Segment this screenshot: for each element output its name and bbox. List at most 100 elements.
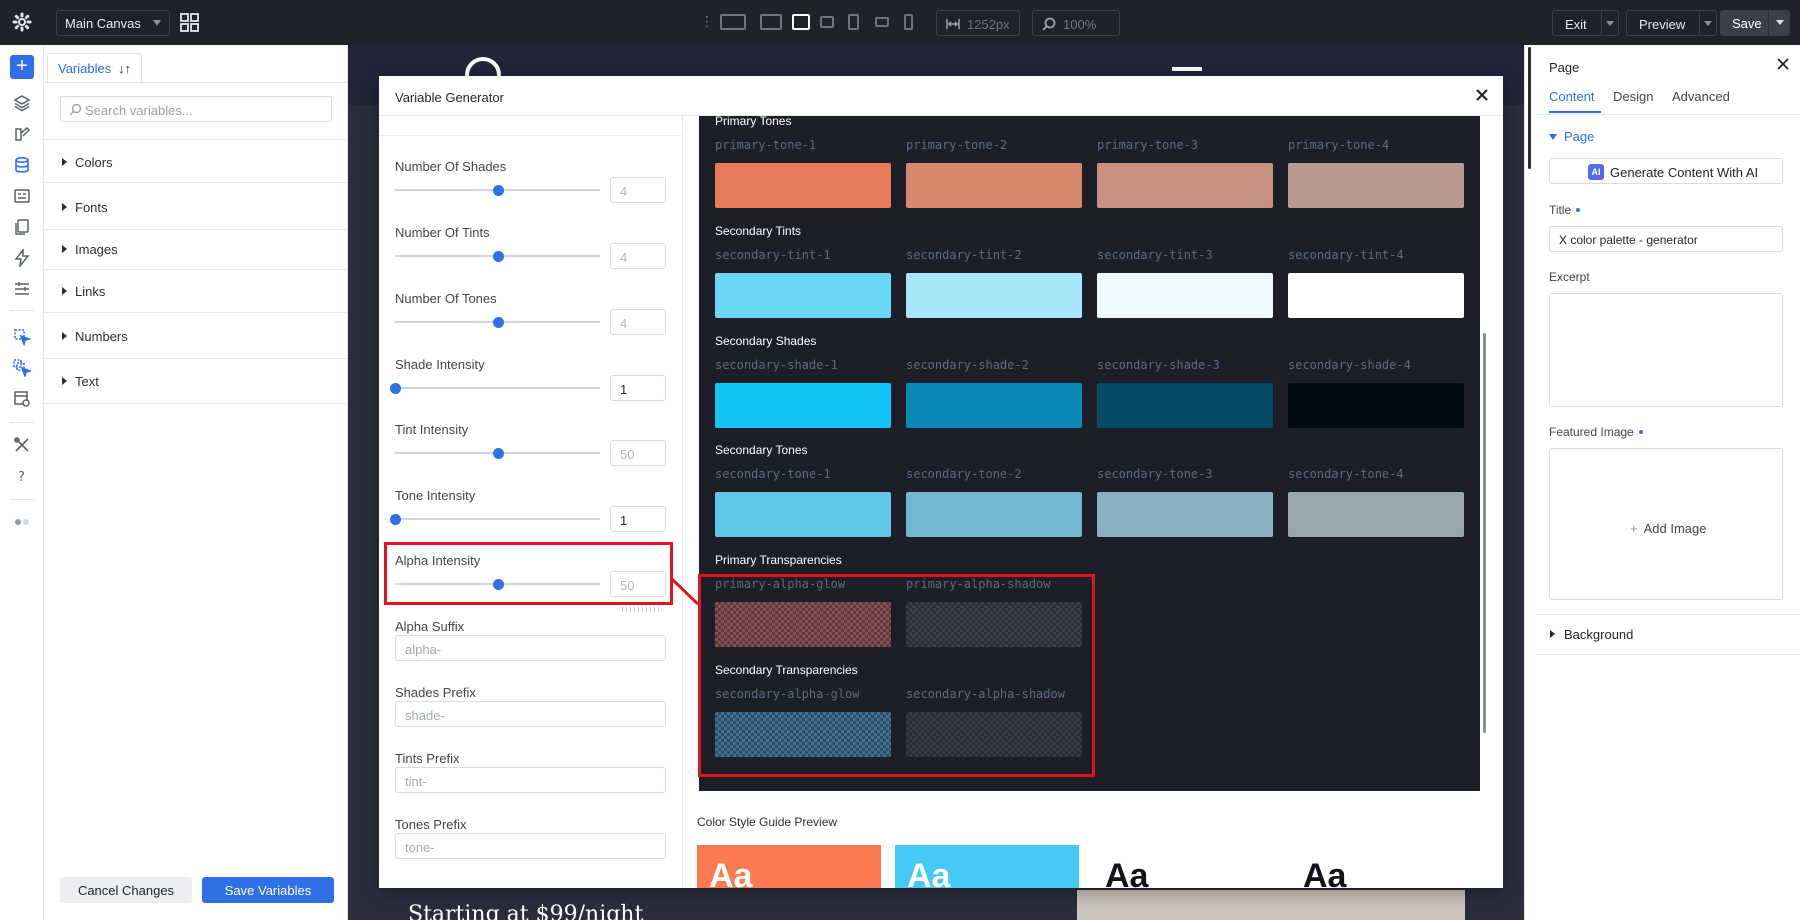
color-swatch[interactable] <box>906 492 1082 537</box>
color-swatch[interactable] <box>1288 163 1464 208</box>
category-images[interactable]: Images <box>60 242 118 257</box>
laptop-icon[interactable] <box>792 14 810 30</box>
text-input[interactable]: tint- <box>395 767 666 793</box>
tablet-landscape-icon[interactable] <box>820 16 834 28</box>
lightning-icon[interactable] <box>13 249 31 267</box>
slider-track[interactable] <box>395 448 600 459</box>
close-icon[interactable] <box>1475 88 1489 102</box>
tab-content[interactable]: Content <box>1549 89 1595 104</box>
layers-icon[interactable] <box>13 94 31 112</box>
slider-handle[interactable] <box>390 514 401 525</box>
desktop-icon[interactable] <box>760 14 782 30</box>
slider-handle[interactable] <box>492 251 504 262</box>
template-icon[interactable] <box>13 187 31 205</box>
canvas-select[interactable]: Main Canvas <box>56 10 170 36</box>
excerpt-textarea[interactable] <box>1549 293 1783 407</box>
exit-button[interactable]: Exit <box>1552 10 1602 36</box>
divider <box>44 312 347 313</box>
preview-dropdown-button[interactable] <box>1699 10 1717 36</box>
phone-landscape-icon[interactable] <box>875 17 889 27</box>
toggle-icon[interactable] <box>13 513 31 531</box>
category-links[interactable]: Links <box>60 284 105 299</box>
sliders-icon[interactable] <box>13 280 31 298</box>
text-input[interactable]: alpha- <box>395 635 666 661</box>
color-swatch[interactable] <box>715 492 891 537</box>
canvas-width-input[interactable]: 1252px <box>936 10 1020 36</box>
help-icon[interactable]: ? <box>13 467 31 485</box>
color-swatch[interactable] <box>1288 383 1464 428</box>
panel-scrollbar[interactable] <box>1528 47 1531 169</box>
slider-track[interactable] <box>395 317 600 328</box>
add-image-button[interactable]: + Add Image <box>1630 521 1706 536</box>
number-input[interactable]: 50 <box>610 440 666 466</box>
number-input[interactable]: 4 <box>610 243 666 269</box>
featured-image-dropzone[interactable]: + Add Image <box>1549 448 1783 600</box>
slider-handle[interactable] <box>390 383 401 394</box>
slider-handle[interactable] <box>492 185 504 196</box>
layout-settings-icon[interactable] <box>13 390 31 408</box>
tab-design[interactable]: Design <box>1613 89 1653 104</box>
category-fonts[interactable]: Fonts <box>60 200 108 215</box>
gear-icon[interactable] <box>12 12 32 32</box>
sort-icon[interactable]: ↓↑ <box>118 61 131 76</box>
preview-button[interactable]: Preview <box>1626 10 1700 36</box>
text-input[interactable]: tone- <box>395 833 666 859</box>
chevron-down-icon <box>153 20 161 26</box>
pages-icon[interactable] <box>13 218 31 236</box>
color-swatch[interactable] <box>715 163 891 208</box>
color-swatch[interactable] <box>1097 163 1273 208</box>
slider-handle[interactable] <box>492 317 504 328</box>
section-background[interactable]: Background <box>1549 627 1633 642</box>
color-swatch[interactable] <box>1288 492 1464 537</box>
grid-icon[interactable] <box>180 13 199 32</box>
cancel-changes-button[interactable]: Cancel Changes <box>60 877 192 903</box>
color-swatch[interactable] <box>906 383 1082 428</box>
number-input[interactable]: 1 <box>610 506 666 532</box>
tools-icon[interactable] <box>13 436 31 454</box>
color-swatch[interactable] <box>1097 492 1273 537</box>
color-swatch[interactable] <box>715 273 891 318</box>
category-text[interactable]: Text <box>60 374 99 389</box>
cursor-select-icon[interactable] <box>13 328 31 346</box>
number-input[interactable]: 4 <box>610 309 666 335</box>
drag-handle-icon[interactable]: ⋮ <box>700 13 714 30</box>
section-page[interactable]: Page <box>1549 129 1594 144</box>
category-colors[interactable]: Colors <box>60 155 113 170</box>
generate-ai-button[interactable]: AI Generate Content With AI <box>1549 158 1783 184</box>
database-icon[interactable] <box>13 156 31 174</box>
desktop-wide-icon[interactable] <box>720 14 746 30</box>
exit-dropdown-button[interactable] <box>1601 10 1619 36</box>
number-input[interactable]: 4 <box>610 177 666 203</box>
color-swatch[interactable] <box>1097 273 1273 318</box>
color-swatch[interactable] <box>1288 273 1464 318</box>
color-swatch[interactable] <box>1097 383 1273 428</box>
slider-handle[interactable] <box>492 448 504 459</box>
slider-track[interactable] <box>395 185 600 196</box>
zoom-input[interactable]: 100% <box>1032 10 1120 36</box>
slider-track[interactable] <box>390 383 600 394</box>
preview-scrollbar[interactable] <box>1483 333 1486 733</box>
tab-advanced[interactable]: Advanced <box>1672 89 1730 104</box>
category-numbers[interactable]: Numbers <box>60 329 128 344</box>
save-button[interactable]: Save <box>1720 10 1768 36</box>
brush-icon[interactable] <box>13 125 31 143</box>
color-swatch[interactable] <box>906 273 1082 318</box>
title-input[interactable]: X color palette - generator <box>1549 226 1783 252</box>
color-swatch[interactable] <box>906 163 1082 208</box>
close-icon[interactable] <box>1777 58 1789 70</box>
search-variables-input[interactable]: Search variables... <box>60 96 332 122</box>
save-dropdown-button[interactable] <box>1768 10 1790 36</box>
save-variables-button[interactable]: Save Variables <box>202 877 334 903</box>
slider-track[interactable] <box>390 514 600 525</box>
color-swatch[interactable] <box>715 383 891 428</box>
multi-select-icon[interactable] <box>13 359 31 377</box>
phone-portrait-icon[interactable] <box>904 14 913 30</box>
tab-variables[interactable]: Variables ↓↑ <box>47 53 142 83</box>
add-element-button[interactable]: + <box>10 55 34 79</box>
slider-track[interactable] <box>395 251 600 262</box>
dynamic-data-dot <box>1576 208 1581 212</box>
tablet-portrait-icon[interactable] <box>848 14 859 30</box>
number-input[interactable]: 1 <box>610 375 666 401</box>
zoom-value: 100% <box>1063 17 1097 32</box>
text-input[interactable]: shade- <box>395 701 666 727</box>
